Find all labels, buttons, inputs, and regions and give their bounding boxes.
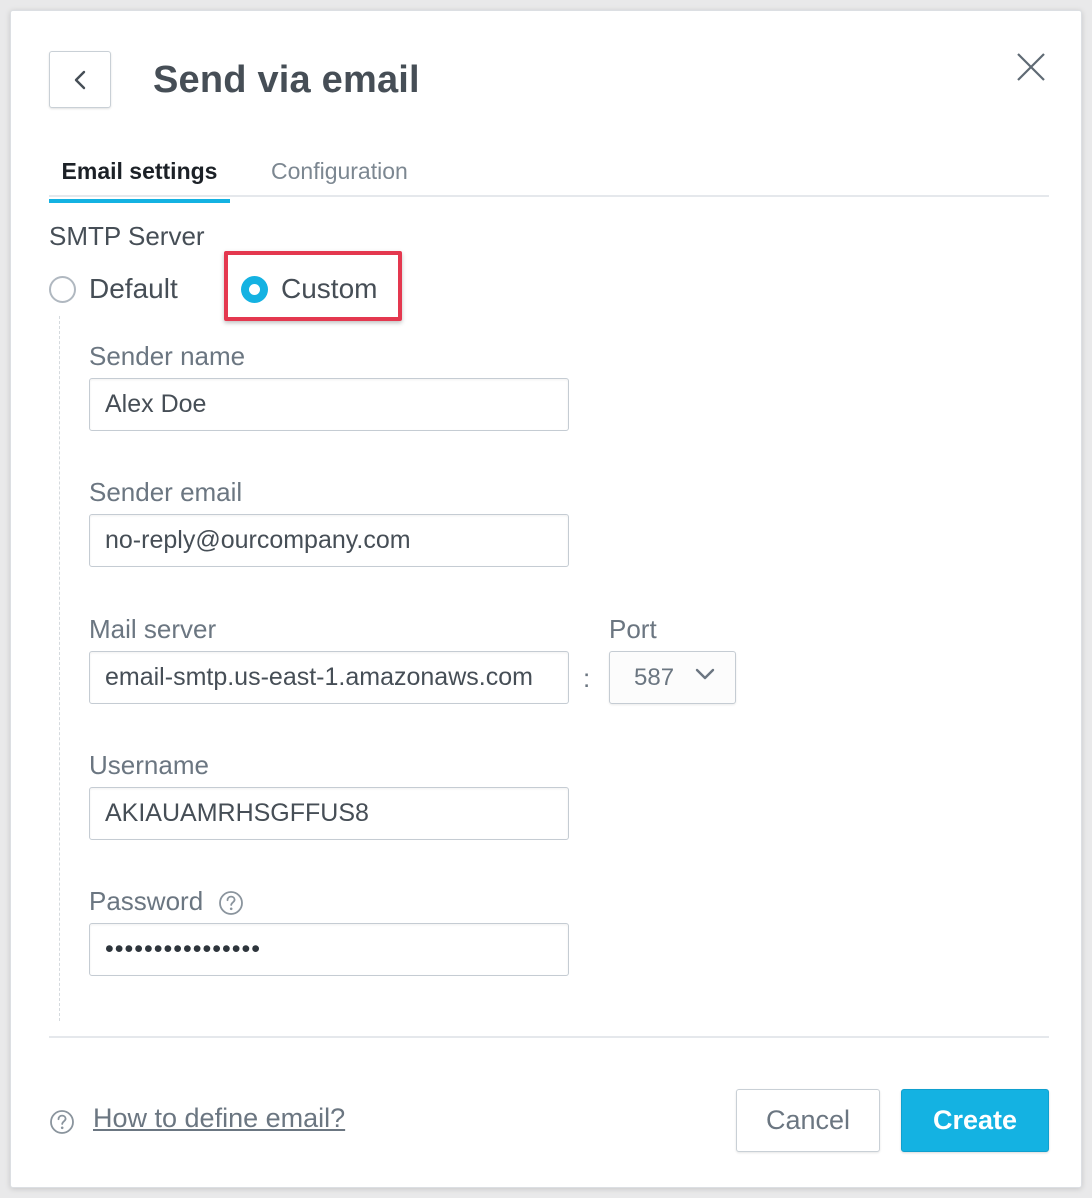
chevron-down-icon (695, 668, 715, 680)
mail-server-label: Mail server (89, 614, 217, 644)
sender-name-label: Sender name (89, 341, 246, 371)
footer-divider (49, 1036, 1049, 1038)
port-separator: : (583, 663, 591, 693)
tab-bar: Email settings Configuration (49, 149, 1049, 203)
tab-email-settings[interactable]: Email settings (49, 157, 230, 203)
sender-email-label: Sender email (89, 477, 243, 507)
question-circle-icon[interactable] (218, 890, 244, 916)
back-button[interactable] (49, 51, 111, 108)
chevron-left-icon (74, 70, 86, 89)
port-select[interactable]: 587 (609, 651, 736, 704)
sender-name-input[interactable]: Alex Doe (89, 378, 569, 431)
section-divider-line (59, 316, 60, 1021)
question-circle-icon (50, 1110, 74, 1134)
mail-server-input[interactable]: email-smtp.us-east-1.amazonaws.com (89, 651, 569, 704)
password-label: Password (89, 886, 204, 916)
dialog-title: Send via email (153, 59, 420, 101)
radio-default-label: Default (89, 273, 178, 304)
tab-configuration[interactable]: Configuration (271, 157, 408, 197)
sender-email-input[interactable]: no-reply@ourcompany.com (89, 514, 569, 567)
create-button[interactable]: Create (901, 1089, 1049, 1152)
password-input[interactable]: •••••••••••••••• (89, 923, 569, 976)
highlight-annotation (224, 251, 402, 321)
radio-default[interactable] (49, 275, 76, 303)
port-select-value: 587 (634, 664, 675, 691)
smtp-server-label: SMTP Server (49, 221, 205, 251)
username-label: Username (89, 750, 209, 780)
close-button[interactable] (1011, 47, 1051, 87)
cancel-button[interactable]: Cancel (736, 1089, 880, 1152)
username-input[interactable]: AKIAUAMRHSGFFUS8 (89, 787, 569, 840)
send-via-email-dialog: Send via email Email settings Configurat… (10, 10, 1082, 1188)
help-link[interactable]: How to define email? (93, 1103, 345, 1134)
port-label: Port (609, 614, 657, 644)
radio-default-option[interactable]: Default (49, 271, 178, 307)
close-icon (1017, 53, 1045, 81)
